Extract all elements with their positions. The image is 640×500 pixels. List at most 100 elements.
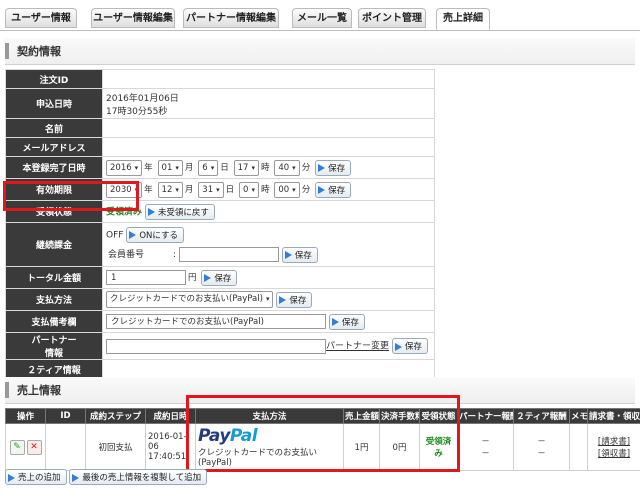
mail-value (102, 137, 435, 157)
col-amount: 売上金額 (343, 408, 380, 424)
tier2-label: ２ティア情報 (5, 359, 103, 379)
total-save-button[interactable]: 保存 (201, 269, 238, 286)
delete-icon[interactable]: ✕ (26, 439, 42, 455)
valid-year-select[interactable]: 2030 ▾ (106, 181, 143, 198)
valid-label: 有効期限 (5, 178, 103, 201)
partner-change-link[interactable]: パートナー変更 (326, 342, 389, 352)
col-pay-method: 支払方法 (195, 408, 344, 424)
member-no-label: 会員番号 (108, 250, 145, 260)
partner-label: パートナー 情報 (5, 332, 103, 360)
sales-actions: 売上の追加 最後の売上情報を複製して追加 (5, 469, 208, 485)
applied-label: 申込日時 (5, 88, 103, 119)
reg-min-select[interactable]: 40 ▾ (274, 159, 300, 176)
name-label: 名前 (5, 118, 103, 138)
section-bar (5, 43, 9, 59)
cont-label: 継続課金 (5, 222, 103, 267)
tab-user-edit[interactable]: ユーザー情報編集 (91, 8, 175, 28)
row-fee: 0円 (379, 423, 420, 471)
valid-day-select[interactable]: 31 ▾ (198, 181, 224, 198)
sales-header-row: 操作 ID 成約ステップ 成約日時 支払方法 売上金額 決済手数料 受領状態 パ… (5, 408, 640, 424)
col-partner-reward: パートナー報酬 (457, 408, 514, 424)
arrow-right-icon (331, 318, 339, 326)
section-bar (5, 382, 9, 398)
row-date: 2016-01-06 17:40:51 (145, 423, 196, 471)
row-tier2-reward: －－ (513, 423, 570, 471)
arrow-right-icon (8, 473, 15, 482)
arrow-right-icon (394, 342, 402, 351)
col-ops: 操作 (5, 408, 46, 424)
contract-title: 契約情報 (17, 45, 61, 58)
partner-input[interactable] (106, 338, 326, 354)
contract-section-header: 契約情報 (5, 38, 635, 65)
reg-label: 本登録完了日時 (5, 156, 103, 179)
valid-save-button[interactable]: 保存 (315, 181, 352, 198)
member-colon: : (172, 250, 176, 260)
pay-method-select[interactable]: クレジットカードでのお支払い(PayPal) ▾ (106, 291, 274, 308)
member-no-input[interactable] (178, 247, 279, 262)
copy-sale-button[interactable]: 最後の売上情報を複製して追加 (69, 469, 208, 485)
col-date: 成約日時 (145, 408, 196, 424)
contract-form: 注文ID 申込日時 2016年01月06日 17時30分55秒 名前 メールアド… (5, 69, 435, 379)
tab-bar: ユーザー情報 ユーザー情報編集 パートナー情報編集 メール一覧 ポイント管理 売… (0, 0, 640, 31)
sales-table: 操作 ID 成約ステップ 成約日時 支払方法 売上金額 決済手数料 受領状態 パ… (5, 408, 640, 471)
tier2-value (102, 359, 435, 379)
partner-save-button[interactable]: 保存 (391, 338, 428, 354)
valid-hour-select[interactable]: 0 ▾ (239, 181, 259, 198)
tab-user-info[interactable]: ユーザー情報 (5, 8, 77, 28)
recv-revert-button[interactable]: 未受領に戻す (144, 203, 215, 220)
tab-mail-list[interactable]: メール一覧 (292, 8, 352, 28)
reg-value: 2016 ▾ 年 01 ▾ 月 6 ▾ 日 17 ▾ 時 40 ▾ 分 保存 (102, 156, 435, 179)
row-status: 受領済み (419, 423, 458, 471)
col-memo: メモ (569, 408, 588, 424)
table-row: ✎ ✕ 初回支払 2016-01-06 17:40:51 PayPal クレジットカ… (5, 423, 640, 471)
pay-method-text: クレジットカードでのお支払い(PayPal) (198, 448, 318, 468)
add-sale-button[interactable]: 売上の追加 (5, 469, 67, 485)
tab-sales-detail[interactable]: 売上詳細 (436, 8, 490, 30)
reg-hour-select[interactable]: 17 ▾ (233, 159, 259, 176)
col-tier2-reward: ２ティア報酬 (513, 408, 570, 424)
pay-note-label: 支払備考欄 (5, 310, 103, 333)
valid-month-select[interactable]: 12 ▾ (157, 181, 183, 198)
total-input[interactable]: 1 (106, 270, 186, 285)
arrow-right-icon (129, 231, 137, 239)
recv-value: 受領済み 未受領に戻す (102, 200, 435, 223)
row-amount: 1円 (343, 423, 380, 471)
member-save-button[interactable]: 保存 (281, 246, 318, 263)
pay-save-button[interactable]: 保存 (276, 291, 313, 308)
reg-year-select[interactable]: 2016 ▾ (106, 159, 143, 176)
valid-min-select[interactable]: 00 ▾ (274, 181, 300, 198)
arrow-right-icon (318, 186, 326, 194)
arrow-right-icon (72, 473, 80, 482)
pay-note-save-button[interactable]: 保存 (328, 313, 365, 330)
arrow-right-icon (204, 274, 212, 282)
invoice-link[interactable]: [請求書] (590, 435, 638, 447)
row-memo (569, 423, 588, 471)
pay-note-input[interactable]: クレジットカードでのお支払い(PayPal) (106, 314, 326, 329)
applied-value: 2016年01月06日 17時30分55秒 (102, 88, 435, 119)
applied-time: 17時30分55秒 (106, 106, 168, 117)
row-pay-method: PayPal クレジットカードでのお支払い(PayPal) (195, 423, 344, 471)
col-id: ID (45, 408, 86, 424)
row-id (45, 423, 86, 471)
receipt-link[interactable]: [領収書] (590, 447, 638, 459)
cont-value: OFF ONにする 会員番号 : 保存 (102, 222, 435, 267)
tab-partner-edit[interactable]: パートナー情報編集 (183, 8, 279, 28)
cont-status: OFF (106, 230, 124, 240)
col-step: 成約ステップ (85, 408, 146, 424)
order-id-label: 注文ID (5, 69, 103, 89)
cont-on-button[interactable]: ONにする (126, 226, 184, 243)
pay-note-value: クレジットカードでのお支払い(PayPal) 保存 (102, 310, 435, 333)
row-step: 初回支払 (85, 423, 146, 471)
valid-value: 2030 ▾ 年 12 ▾ 月 31 ▾ 日 0 ▾ 時 00 ▾ 分 保存 (102, 178, 435, 201)
reg-month-select[interactable]: 01 ▾ (157, 159, 183, 176)
reg-save-button[interactable]: 保存 (315, 159, 352, 176)
total-label: トータル金額 (5, 266, 103, 289)
pay-value: クレジットカードでのお支払い(PayPal) ▾ 保存 (102, 288, 435, 311)
edit-icon[interactable]: ✎ (9, 439, 25, 455)
reg-day-select[interactable]: 6 ▾ (198, 159, 219, 176)
total-value: 1円 保存 (102, 266, 435, 289)
tab-points[interactable]: ポイント管理 (358, 8, 426, 28)
mail-label: メールアドレス (5, 137, 103, 157)
arrow-right-icon (318, 164, 326, 172)
paypal-logo: PayPal (198, 426, 258, 446)
